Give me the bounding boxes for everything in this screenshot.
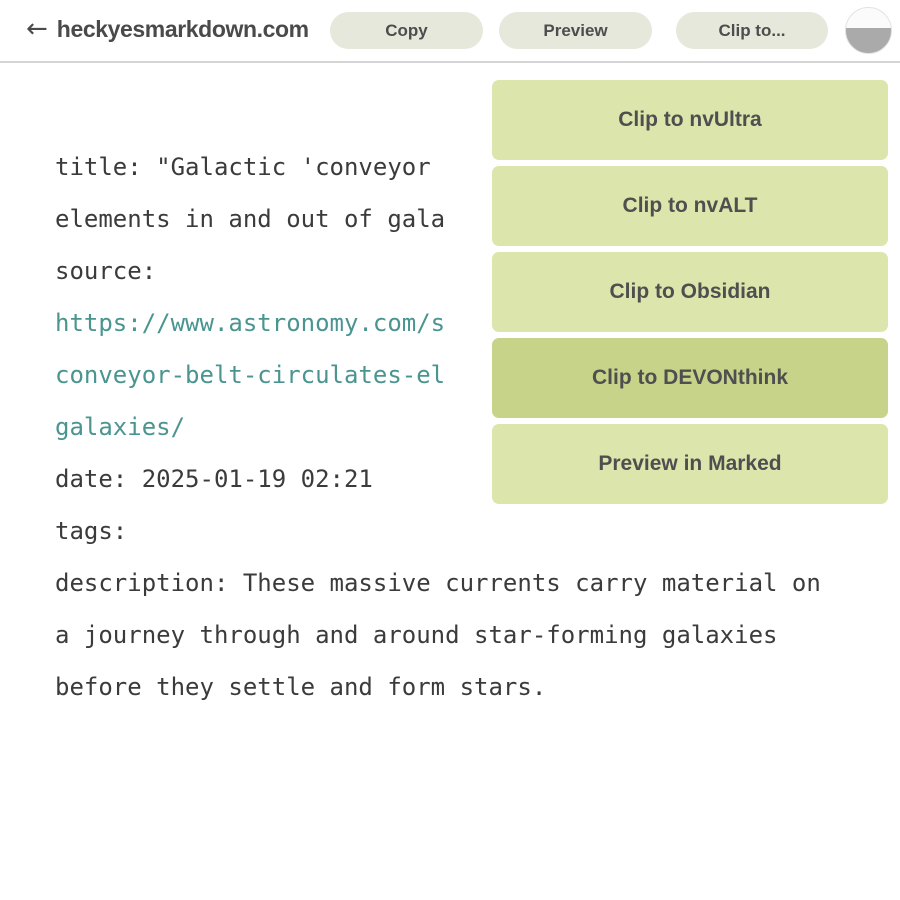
copy-button[interactable]: Copy <box>330 12 483 49</box>
document-description: description: These massive currents carr… <box>55 569 836 701</box>
menu-item-clip-to-devonthink[interactable]: Clip to DEVONthink <box>492 338 888 418</box>
user-avatar-icon[interactable] <box>845 7 892 54</box>
menu-item-clip-to-nvultra[interactable]: Clip to nvUltra <box>492 80 888 160</box>
menu-item-preview-in-marked[interactable]: Preview in Marked <box>492 424 888 504</box>
document-line: tags: <box>55 517 128 545</box>
menu-item-clip-to-nvalt[interactable]: Clip to nvALT <box>492 166 888 246</box>
back-to-site-link[interactable]: ← heckyesmarkdown.com <box>26 16 309 42</box>
app-header: ← heckyesmarkdown.com Copy Preview Clip … <box>0 0 900 63</box>
menu-item-clip-to-obsidian[interactable]: Clip to Obsidian <box>492 252 888 332</box>
clip-to-dropdown-menu: Clip to nvUltra Clip to nvALT Clip to Obsi… <box>492 80 888 510</box>
preview-button[interactable]: Preview <box>499 12 652 49</box>
clip-to-button[interactable]: Clip to... <box>676 12 828 49</box>
back-arrow-icon: ← <box>26 14 48 44</box>
site-title: heckyesmarkdown.com <box>56 16 309 42</box>
